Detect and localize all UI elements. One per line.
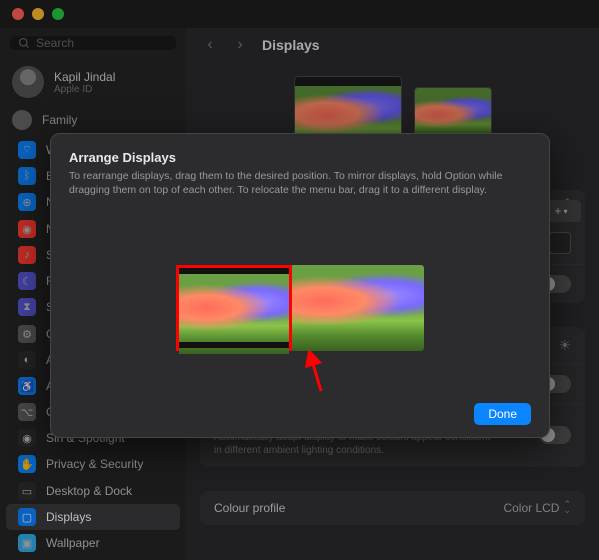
setting-label: Colour profile (214, 501, 285, 515)
done-button[interactable]: Done (474, 403, 531, 425)
updown-icon: ⌃⌄ (563, 502, 571, 513)
forward-button: › (232, 36, 248, 54)
wallpaper-icon: ▣ (18, 534, 36, 552)
display-wallpaper (290, 265, 424, 351)
screentime-icon: ⧗ (18, 298, 36, 316)
appearance-icon: ◐ (18, 351, 36, 369)
sidebar-item-desktop[interactable]: ▭Desktop & Dock (6, 478, 180, 504)
plus-icon: + (554, 204, 561, 218)
arrange-display-1[interactable] (176, 265, 292, 351)
titlebar (0, 0, 599, 28)
minimize-window[interactable] (32, 8, 44, 20)
arrange-displays-popover: Arrange Displays To rearrange displays, … (50, 133, 550, 438)
notifications-icon: ◉ (18, 220, 36, 238)
sidebar-item-displays[interactable]: ▢Displays (6, 504, 180, 530)
back-button[interactable]: ‹ (202, 36, 218, 54)
page-title: Displays (262, 37, 320, 53)
desktop-icon: ▭ (18, 482, 36, 500)
focus-icon: ☾ (18, 272, 36, 290)
accessibility-icon: ♿ (18, 377, 36, 395)
popover-title: Arrange Displays (69, 150, 531, 165)
gear-icon: ⚙ (18, 325, 36, 343)
siri-icon: ◉ (18, 429, 36, 447)
user-sub: Apple ID (54, 84, 115, 95)
sun-icon: ☀ (558, 337, 571, 354)
sidebar-item-wallpaper[interactable]: ▣Wallpaper (6, 530, 180, 556)
user-name: Kapil Jindal (54, 70, 115, 84)
search-placeholder: Search (36, 36, 74, 50)
sound-icon: ♪ (18, 246, 36, 264)
select-value: Color LCD (503, 501, 559, 515)
annotation-arrow (303, 351, 333, 395)
avatar (12, 66, 44, 98)
family-icon (12, 110, 32, 130)
sidebar-family[interactable]: Family (0, 104, 186, 136)
displays-icon: ▢ (18, 508, 36, 526)
wifi-icon: ⌔ (18, 141, 36, 159)
control-centre-icon: ⌥ (18, 403, 36, 421)
family-label: Family (42, 113, 77, 127)
sidebar-user[interactable]: Kapil Jindal Apple ID (0, 60, 186, 104)
setting-row-colour-profile[interactable]: Colour profile Color LCD ⌃⌄ (200, 491, 585, 525)
bluetooth-icon: ᛒ (18, 167, 36, 185)
settings-group-colour: Colour profile Color LCD ⌃⌄ (200, 491, 585, 525)
chevron-down-icon: ▾ (564, 207, 568, 216)
popover-desc: To rearrange displays, drag them to the … (69, 169, 531, 197)
arrange-canvas[interactable] (69, 223, 531, 393)
arrange-display-2[interactable] (290, 265, 424, 351)
color-swatch[interactable] (549, 232, 571, 254)
search-input[interactable]: Search (10, 36, 176, 50)
maximize-window[interactable] (52, 8, 64, 20)
close-window[interactable] (12, 8, 24, 20)
network-icon: ⊕ (18, 193, 36, 211)
privacy-icon: ✋ (18, 455, 36, 473)
sidebar-item-privacy[interactable]: ✋Privacy & Security (6, 451, 180, 477)
search-icon (18, 37, 30, 49)
